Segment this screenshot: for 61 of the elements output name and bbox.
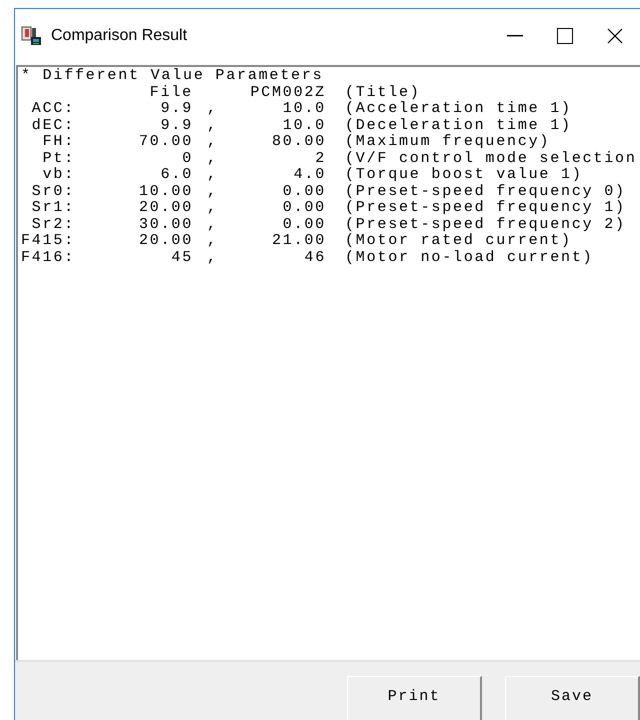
file-value: 20.00 [138,233,193,250]
file-value: 9.9 [160,118,193,134]
device-value: 0.00 [282,200,326,216]
device-value: 0.00 [282,216,326,233]
parameter-description: (Maximum frequency) [345,134,550,150]
parameter-description: (Deceleration time 1) [345,118,572,134]
device-value: 21.00 [272,233,326,250]
parameter-name: Sr1: [32,200,75,216]
file-value: 9.9 [160,101,193,118]
file-value: 20.00 [138,200,193,216]
parameter-description: (Motor rated current) [345,233,572,250]
parameter-name: Sr0: [32,184,75,200]
parameter-description: (Torque boost value 1) [345,167,583,184]
device-value: 10.0 [282,101,326,118]
minimize-icon [507,35,523,37]
parameter-name: Pt: [42,150,75,167]
separator: , [207,150,218,167]
separator: , [207,118,218,134]
parameter-name: F416: [21,250,76,266]
description-column-heading: (Title) [345,84,421,101]
dialog-button[interactable]: Save [505,676,640,720]
device-value: 4.0 [294,167,326,184]
device-value: 10.0 [282,118,326,134]
file-value: 0 [182,150,193,167]
separator: , [207,216,218,233]
maximize-icon [557,28,573,44]
parameter-name: FH: [42,134,75,150]
file-value: 70.00 [138,134,193,150]
parameter-name: dEC: [32,118,75,134]
file-column-heading: File [150,84,193,101]
parameter-description: (Acceleration time 1) [345,101,572,118]
app-icon [21,26,43,46]
device-value: 46 [304,250,326,266]
parameter-description: (Preset-speed frequency 2) [345,216,626,233]
parameter-description: (Motor no-load current) [345,250,594,266]
parameter-name: ACC: [32,101,75,118]
parameter-name: vb: [42,167,75,184]
separator: , [207,101,218,118]
device-value: 2 [315,150,326,167]
parameter-description: (V/F control mode selection [345,150,637,167]
parameter-name: F415: [21,233,76,250]
file-value: 45 [171,250,193,266]
separator: , [207,184,218,200]
device-column-heading: PCM002Z [250,84,326,101]
device-value: 80.00 [272,134,326,150]
parameter-description: (Preset-speed frequency 1) [345,200,626,216]
separator: , [207,134,218,150]
close-icon [607,28,623,44]
file-value: 30.00 [138,216,193,233]
file-value: 10.00 [138,184,193,200]
parameter-name: Sr2: [32,216,75,233]
separator: , [207,250,218,266]
file-value: 6.0 [160,167,193,184]
device-value: 0.00 [282,184,326,200]
report-heading: * Different Value Parameters [21,68,324,84]
separator: , [207,167,218,184]
parameter-description: (Preset-speed frequency 0) [345,184,626,200]
separator: , [207,200,218,216]
window-title: Comparison Result [51,27,188,45]
dialog-button[interactable]: Print [347,676,482,720]
separator: , [207,233,218,250]
